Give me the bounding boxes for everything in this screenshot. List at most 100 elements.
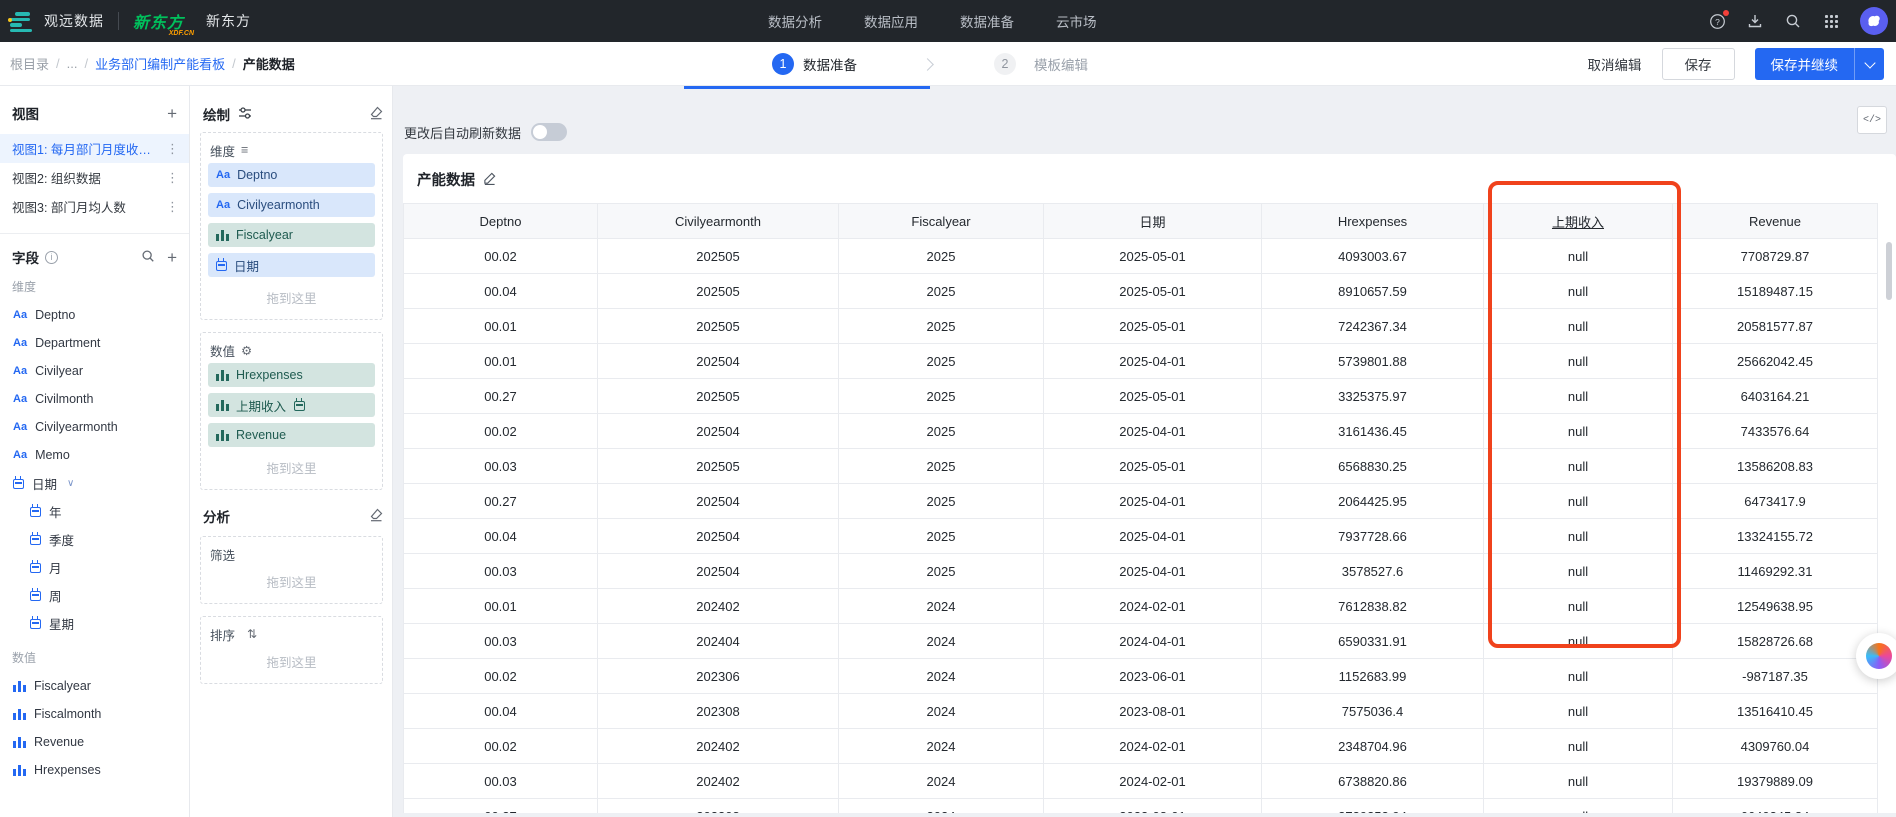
field-chip[interactable]: Deptno	[208, 163, 375, 187]
table-cell: 00.03	[404, 554, 598, 589]
table-title: 产能数据	[417, 169, 475, 190]
field-search-icon[interactable]	[141, 249, 155, 266]
table-cell: null	[1484, 764, 1673, 799]
table-cell: 202504	[598, 344, 839, 379]
chart-config-icon[interactable]	[238, 106, 252, 123]
views-list: 视图1: 每月部门月度收入及...⋮视图2: 组织数据⋮视图3: 部门月均人数⋮	[0, 134, 189, 221]
breadcrumb-item: 产能数据	[243, 54, 295, 73]
code-view-button[interactable]: </>	[1857, 106, 1887, 134]
column-header[interactable]: Civilyearmonth	[598, 204, 839, 239]
topbar-nav-item[interactable]: 数据准备	[960, 11, 1014, 31]
field-item[interactable]: Revenue	[0, 728, 189, 756]
save-options-dropdown[interactable]	[1854, 48, 1884, 80]
field-chip[interactable]: Fiscalyear	[208, 223, 375, 247]
xdf-logo: 新东方 XDF.CN	[133, 9, 188, 33]
chip-label: Civilyearmonth	[237, 198, 320, 212]
table-cell: null	[1484, 624, 1673, 659]
gear-icon[interactable]: ⚙	[241, 343, 252, 358]
view-item[interactable]: 视图2: 组织数据⋮	[0, 163, 189, 192]
calendar-icon	[30, 563, 41, 573]
chevron-down-icon[interactable]: ∨	[67, 478, 74, 489]
breadcrumb-item[interactable]: 业务部门编制产能看板	[95, 54, 225, 73]
topbar-nav-item[interactable]: 云市场	[1056, 11, 1097, 31]
column-header[interactable]: Hrexpenses	[1262, 204, 1484, 239]
table-cell: 00.04	[404, 519, 598, 554]
clear-analysis-icon[interactable]	[369, 508, 383, 525]
field-item[interactable]: Department	[0, 329, 189, 357]
table-cell: 00.02	[404, 659, 598, 694]
search-icon[interactable]	[1784, 12, 1802, 30]
table-cell: 202505	[598, 379, 839, 414]
ai-assistant-button[interactable]	[1856, 633, 1896, 679]
avatar[interactable]	[1860, 7, 1888, 35]
field-chip[interactable]: 日期	[208, 253, 375, 277]
download-icon[interactable]	[1746, 12, 1764, 30]
step-1-label[interactable]: 数据准备	[803, 54, 857, 74]
cancel-edit-button[interactable]: 取消编辑	[1588, 54, 1642, 74]
topbar-icons: ?	[1708, 0, 1888, 42]
field-item[interactable]: Deptno	[0, 301, 189, 329]
table-cell: 2025-05-01	[1044, 274, 1262, 309]
view-item[interactable]: 视图1: 每月部门月度收入及...⋮	[0, 134, 189, 163]
table-cell: 19379889.09	[1673, 764, 1878, 799]
edit-title-icon[interactable]	[483, 172, 496, 188]
column-header[interactable]: 日期	[1044, 204, 1262, 239]
auto-refresh-toggle[interactable]	[531, 123, 567, 141]
guanyuan-logo-icon[interactable]	[6, 10, 32, 32]
view-item[interactable]: 视图3: 部门月均人数⋮	[0, 192, 189, 221]
field-item[interactable]: 年	[0, 497, 189, 525]
table-cell: 00.27	[404, 799, 598, 814]
topbar-nav-item[interactable]: 数据应用	[864, 11, 918, 31]
table-cell: 3161436.45	[1262, 414, 1484, 449]
field-item[interactable]: 星期	[0, 609, 189, 637]
clear-draw-icon[interactable]	[369, 106, 383, 123]
step-2-circle: 2	[994, 53, 1016, 75]
table-scrollbar[interactable]	[1886, 242, 1892, 300]
notification-dot	[1723, 10, 1729, 16]
more-menu-icon[interactable]: ⋮	[160, 141, 179, 157]
field-item[interactable]: Civilmonth	[0, 385, 189, 413]
table-cell: 00.01	[404, 309, 598, 344]
more-menu-icon[interactable]: ⋮	[160, 170, 179, 186]
field-item[interactable]: Civilyear	[0, 357, 189, 385]
column-header[interactable]: Fiscalyear	[839, 204, 1044, 239]
field-chip[interactable]: 上期收入	[208, 393, 375, 417]
save-and-continue-button[interactable]: 保存并继续	[1755, 48, 1885, 80]
add-view-icon[interactable]: +	[167, 105, 177, 122]
table-cell: 13586208.83	[1673, 449, 1878, 484]
help-icon[interactable]: ?	[1708, 12, 1726, 30]
field-item[interactable]: Hrexpenses	[0, 756, 189, 784]
field-chip[interactable]: Hrexpenses	[208, 363, 375, 387]
more-menu-icon[interactable]: ⋮	[160, 199, 179, 215]
draw-header: 绘制	[200, 104, 383, 124]
field-chip[interactable]: Civilyearmonth	[208, 193, 375, 217]
field-item[interactable]: 季度	[0, 525, 189, 553]
field-item[interactable]: Fiscalyear	[0, 672, 189, 700]
step-2-label[interactable]: 模板编辑	[1034, 54, 1088, 74]
draw-dimensions-label: 维度 ≡	[208, 140, 375, 160]
save-and-continue-label[interactable]: 保存并继续	[1755, 48, 1855, 80]
table-cell: 4093003.67	[1262, 239, 1484, 274]
table-cell: 7708729.87	[1673, 239, 1878, 274]
table-cell: 2025-05-01	[1044, 449, 1262, 484]
column-header-highlighted[interactable]: 上期收入	[1484, 204, 1673, 239]
add-field-icon[interactable]: +	[167, 249, 177, 266]
field-label: Fiscalmonth	[34, 707, 101, 721]
table-cell: 3325375.97	[1262, 379, 1484, 414]
save-button[interactable]: 保存	[1662, 48, 1735, 80]
column-header[interactable]: Revenue	[1673, 204, 1878, 239]
table-cell: 2025	[839, 414, 1044, 449]
svg-text:?: ?	[1715, 16, 1720, 26]
field-item[interactable]: 日期∨	[0, 469, 189, 497]
topbar-nav-item[interactable]: 数据分析	[768, 11, 822, 31]
field-item[interactable]: Civilyearmonth	[0, 413, 189, 441]
field-item[interactable]: Fiscalmonth	[0, 700, 189, 728]
field-item[interactable]: Memo	[0, 441, 189, 469]
field-item[interactable]: 月	[0, 553, 189, 581]
table-cell: 2024	[839, 624, 1044, 659]
field-chip[interactable]: Revenue	[208, 423, 375, 447]
sort-drop-zone: 拖到这里	[208, 647, 375, 677]
field-item[interactable]: 周	[0, 581, 189, 609]
column-header[interactable]: Deptno	[404, 204, 598, 239]
apps-grid-icon[interactable]	[1822, 12, 1840, 30]
